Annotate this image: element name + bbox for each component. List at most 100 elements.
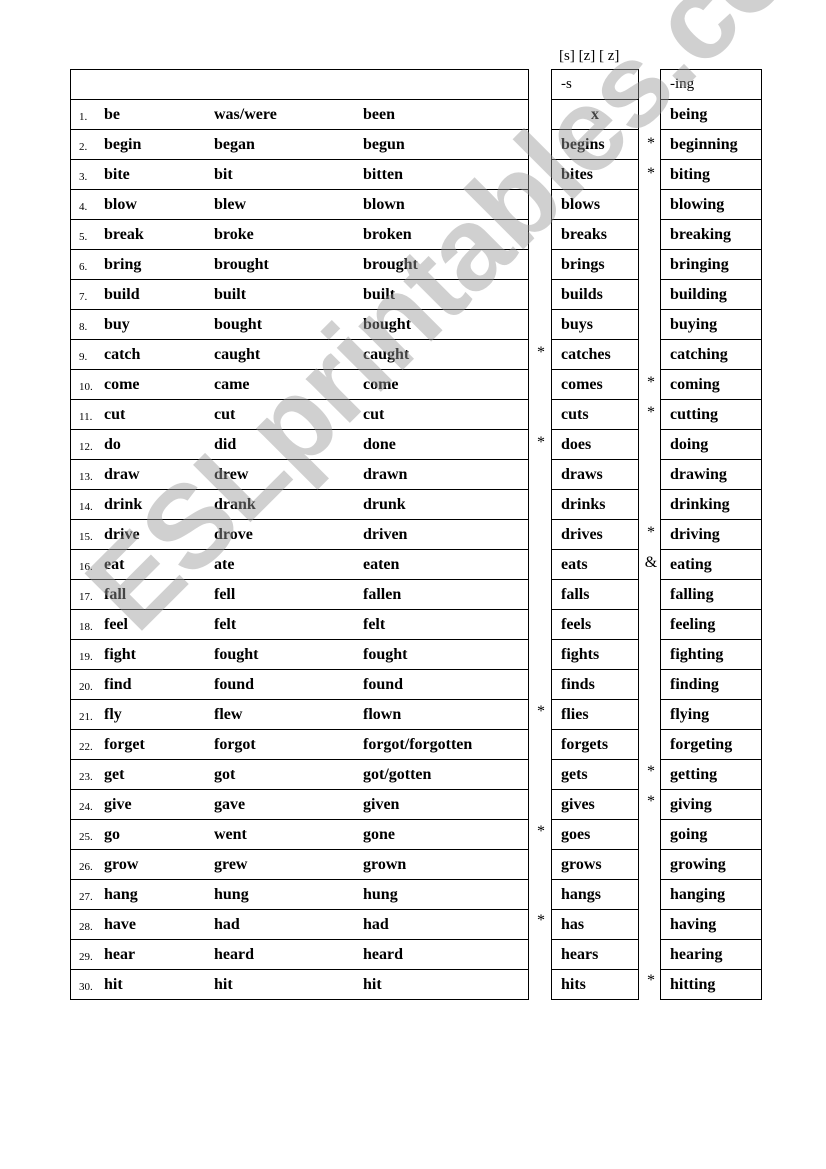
verb-row-content: 9. catch caught caught bbox=[71, 340, 528, 369]
ing-row: blowing bbox=[660, 189, 762, 220]
ing-form: cutting bbox=[660, 399, 762, 430]
ing-spelling-mark: * bbox=[647, 792, 655, 810]
past-simple: bit bbox=[214, 166, 233, 183]
s-form: buys bbox=[551, 309, 639, 340]
verb-row-content: 17. fall fell fallen bbox=[71, 580, 528, 609]
verb-row: 5. break broke broken bbox=[70, 219, 529, 250]
verb-number: 22. bbox=[79, 741, 93, 753]
ing-row: forgeting bbox=[660, 729, 762, 760]
verb-row: 11. cut cut cut bbox=[70, 399, 529, 430]
s-form: hears bbox=[551, 939, 639, 970]
s-row: flies bbox=[551, 699, 639, 730]
verb-row-content: 14. drink drank drunk bbox=[71, 490, 528, 519]
s-row: feels bbox=[551, 609, 639, 640]
past-simple: blew bbox=[214, 196, 246, 213]
s-row: goes bbox=[551, 819, 639, 850]
ing-form: buying bbox=[660, 309, 762, 340]
verb-row-content: 18. feel felt felt bbox=[71, 610, 528, 639]
verb-row-content: 21. fly flew flown bbox=[71, 700, 528, 729]
verb-number: 9. bbox=[79, 351, 88, 363]
ing-row: hanging bbox=[660, 879, 762, 910]
ing-form: blowing bbox=[660, 189, 762, 220]
verb-row-cell: 27. hang hung hung bbox=[70, 879, 529, 910]
verb-number: 30. bbox=[79, 981, 93, 993]
s-row: bites bbox=[551, 159, 639, 190]
past-simple: was/were bbox=[214, 106, 277, 123]
verb-row-cell: 29. hear heard heard bbox=[70, 939, 529, 970]
ing-form: breaking bbox=[660, 219, 762, 250]
base-form: fall bbox=[104, 586, 127, 603]
s-header: -s bbox=[551, 69, 639, 100]
ing-row: feeling bbox=[660, 609, 762, 640]
ing-row: giving bbox=[660, 789, 762, 820]
ing-form-table: -ing being beginning biting blowing breaking… bbox=[660, 69, 762, 1000]
ing-spelling-mark: * bbox=[647, 374, 655, 392]
verb-row-cell: 14. drink drank drunk bbox=[70, 489, 529, 520]
s-form: builds bbox=[551, 279, 639, 310]
past-participle: brought bbox=[363, 256, 418, 273]
verb-row-content: 10. come came come bbox=[71, 370, 528, 399]
base-form: draw bbox=[104, 466, 140, 483]
ing-form: eating bbox=[660, 549, 762, 580]
verb-row: 26. grow grew grown bbox=[70, 849, 529, 880]
s-form: hangs bbox=[551, 879, 639, 910]
ing-form: going bbox=[660, 819, 762, 850]
past-simple: drew bbox=[214, 466, 249, 483]
s-row: hears bbox=[551, 939, 639, 970]
verb-row-content: 27. hang hung hung bbox=[71, 880, 528, 909]
ing-form: drinking bbox=[660, 489, 762, 520]
base-form: feel bbox=[104, 616, 128, 633]
ing-form: having bbox=[660, 909, 762, 940]
verb-row: 25. go went gone bbox=[70, 819, 529, 850]
verb-number: 3. bbox=[79, 171, 88, 183]
base-form: do bbox=[104, 436, 121, 453]
ing-header-row: -ing bbox=[660, 69, 762, 100]
verb-row-content: 23. get got got/gotten bbox=[71, 760, 528, 789]
s-form: blows bbox=[551, 189, 639, 220]
s-row: gives bbox=[551, 789, 639, 820]
s-form: feels bbox=[551, 609, 639, 640]
verb-number: 16. bbox=[79, 561, 93, 573]
base-form: blow bbox=[104, 196, 137, 213]
ing-row: flying bbox=[660, 699, 762, 730]
verb-row-content: 30. hit hit hit bbox=[71, 970, 528, 999]
past-simple: bought bbox=[214, 316, 263, 333]
s-row: begins bbox=[551, 129, 639, 160]
past-simple: had bbox=[214, 916, 240, 933]
verb-number: 23. bbox=[79, 771, 93, 783]
past-participle: hit bbox=[363, 976, 382, 993]
past-simple: fought bbox=[214, 646, 259, 663]
ing-spelling-mark: & bbox=[644, 553, 658, 571]
verb-number: 1. bbox=[79, 111, 88, 123]
past-participle: given bbox=[363, 796, 400, 813]
s-spelling-mark: * bbox=[537, 822, 545, 840]
base-form: give bbox=[104, 796, 132, 813]
s-form: flies bbox=[551, 699, 639, 730]
base-form: come bbox=[104, 376, 140, 393]
verb-row-content: 29. hear heard heard bbox=[71, 940, 528, 969]
verb-row: 28. have had had bbox=[70, 909, 529, 940]
verb-row: 17. fall fell fallen bbox=[70, 579, 529, 610]
ing-form: driving bbox=[660, 519, 762, 550]
verb-row-content: 22. forget forgot forgot/forgotten bbox=[71, 730, 528, 759]
past-participle: driven bbox=[363, 526, 408, 543]
past-simple: flew bbox=[214, 706, 243, 723]
verb-number: 13. bbox=[79, 471, 93, 483]
s-row: grows bbox=[551, 849, 639, 880]
s-form: x bbox=[551, 99, 639, 130]
past-participle: fallen bbox=[363, 586, 402, 603]
past-simple: got bbox=[214, 766, 236, 783]
verb-row-content: 16. eat ate eaten bbox=[71, 550, 528, 579]
past-simple: came bbox=[214, 376, 250, 393]
ing-spelling-mark: * bbox=[647, 134, 655, 152]
past-participle: bitten bbox=[363, 166, 403, 183]
ing-spelling-mark: * bbox=[647, 164, 655, 182]
past-participle: got/gotten bbox=[363, 766, 432, 783]
s-form: has bbox=[551, 909, 639, 940]
verb-table-header-cell bbox=[70, 69, 529, 100]
s-form: drives bbox=[551, 519, 639, 550]
s-form: bites bbox=[551, 159, 639, 190]
verb-number: 2. bbox=[79, 141, 88, 153]
verb-number: 29. bbox=[79, 951, 93, 963]
s-form: finds bbox=[551, 669, 639, 700]
